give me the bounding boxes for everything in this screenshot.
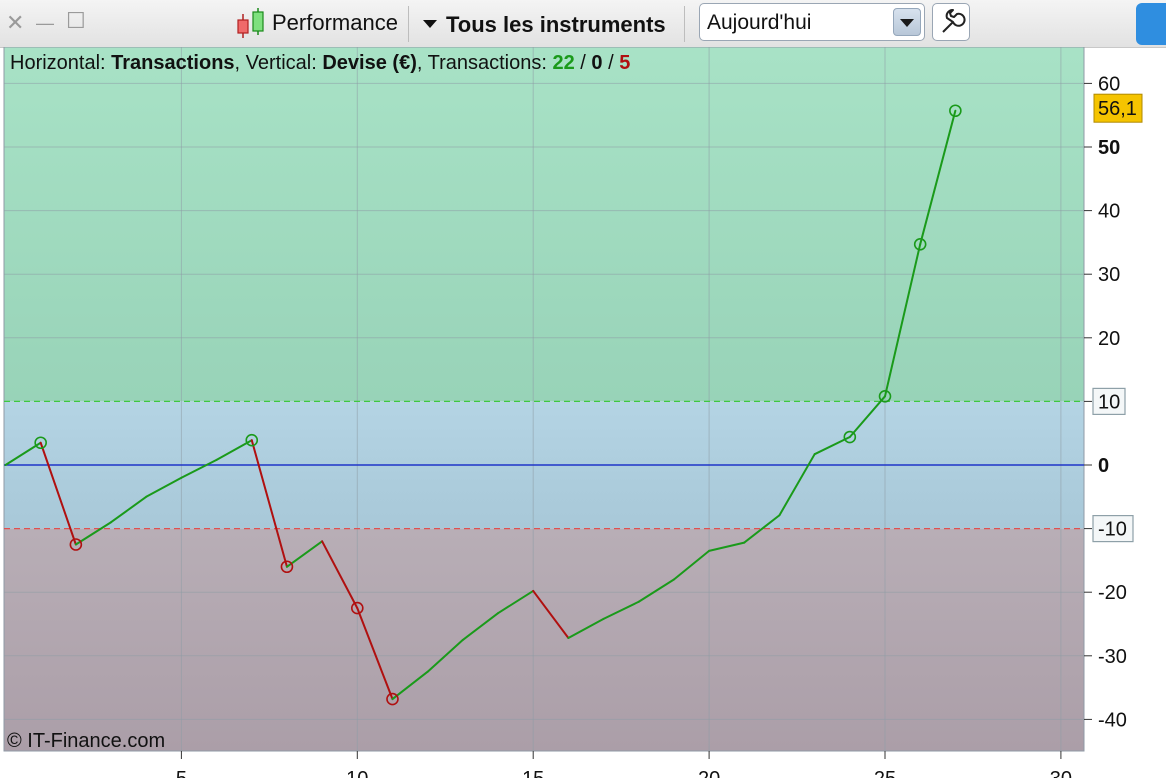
y-tick-label: 60 [1098,73,1120,95]
current-value-label: 56,1 [1098,98,1137,120]
x-tick-label: 20 [698,768,720,778]
threshold-badge-label: 10 [1098,391,1120,413]
minimize-icon[interactable]: — [36,12,54,34]
y-tick-label: -30 [1098,646,1127,668]
x-tick-label: 30 [1050,768,1072,778]
period-select[interactable]: Aujourd'hui [699,3,925,41]
toolbar-separator [684,6,685,42]
wrench-icon [942,9,966,33]
close-icon[interactable]: ✕ [6,12,24,34]
toolbar: ✕ — ☐ Performance Tous les instruments A… [0,0,1166,48]
threshold-badge-label: -10 [1098,519,1127,541]
transactions-sep: / [602,52,620,74]
toggle-button[interactable] [1136,3,1166,45]
horizontal-value: Transactions [111,52,235,74]
transactions-prefix: , Transactions: [416,52,553,74]
transactions-sep: / [574,52,592,74]
x-tick-label: 15 [522,768,544,778]
x-tick-label: 5 [176,768,187,778]
x-tick-label: 10 [346,768,368,778]
upper-zone [4,47,1084,402]
y-tick-label: 40 [1098,201,1120,223]
copyright: © IT-Finance.com [7,730,166,752]
instruments-dropdown[interactable]: Tous les instruments [446,12,666,38]
chevron-down-icon[interactable] [423,20,437,28]
transactions-neutral: 0 [591,52,603,74]
transactions-losses: 5 [619,52,631,74]
performance-chart: 60504030200-20-30-4010-1056,1 5101520253… [3,47,1143,778]
settings-button[interactable] [932,3,970,41]
restore-icon[interactable]: ☐ [66,10,86,32]
y-tick-label: 30 [1098,264,1120,286]
y-tick-label: 0 [1098,455,1109,477]
horizontal-prefix: Horizontal: [10,52,112,74]
toolbar-separator [408,6,409,42]
y-tick-label: -20 [1098,582,1127,604]
performance-label[interactable]: Performance [272,10,398,36]
period-dropdown-button[interactable] [893,8,921,36]
vertical-value: Devise (€) [322,52,417,74]
chart-info: Horizontal: Transactions, Vertical: Devi… [10,52,630,75]
y-tick-label: -40 [1098,709,1127,731]
transactions-wins: 22 [552,52,575,74]
candlestick-icon [237,8,264,38]
lower-zone [4,528,1084,751]
vertical-prefix: , Vertical: [234,52,323,74]
y-tick-label: 50 [1098,137,1120,159]
y-tick-label: 20 [1098,328,1120,350]
period-value: Aujourd'hui [707,11,812,34]
x-tick-label: 25 [874,768,896,778]
